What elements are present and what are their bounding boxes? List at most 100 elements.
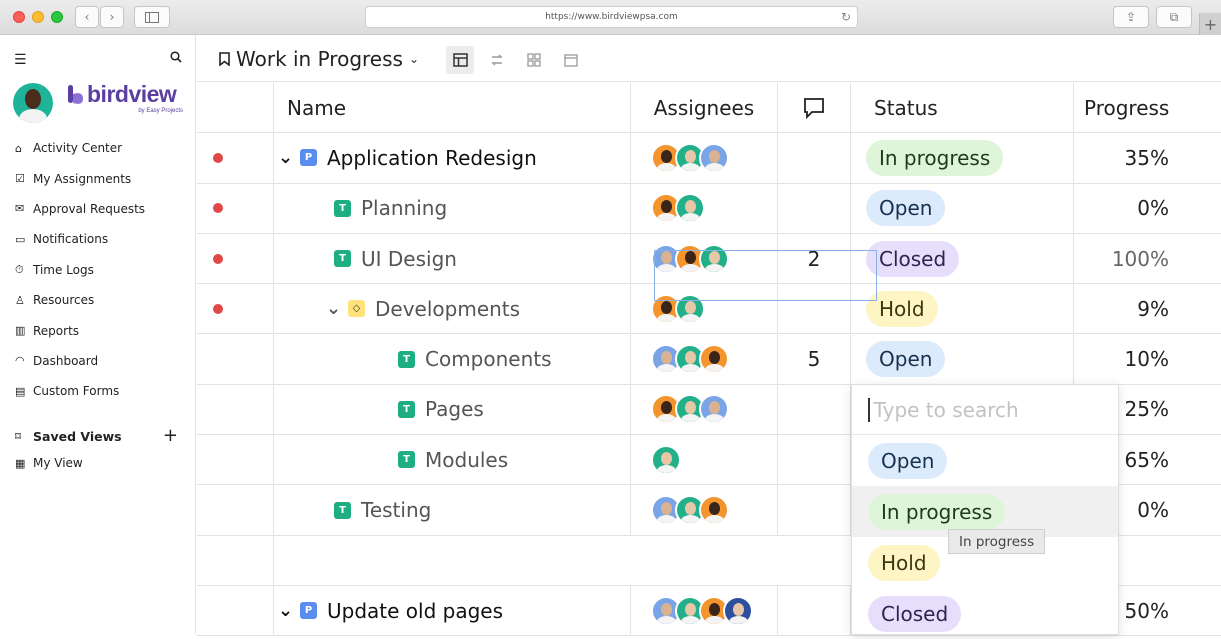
status-cell[interactable]: Open — [851, 334, 1074, 384]
new-tab-button[interactable]: + — [1199, 13, 1221, 35]
name-cell[interactable]: ⌄ ◇ Developments — [274, 284, 631, 334]
sidebar-item-resources[interactable]: ♙ Resources — [0, 285, 196, 315]
column-header-name[interactable]: Name — [274, 83, 631, 133]
assignee-avatar[interactable] — [699, 142, 729, 173]
assignees-cell[interactable] — [631, 133, 778, 183]
chevron-down-icon[interactable]: ⌄ — [278, 600, 300, 621]
assignees-cell[interactable] — [631, 183, 778, 233]
assignees-cell[interactable] — [631, 536, 778, 585]
name-cell[interactable]: T Planning — [274, 183, 631, 233]
sidebar-item-my-view[interactable]: ▦ My View — [0, 452, 196, 474]
saved-views-header[interactable]: ⌑ Saved Views + — [0, 425, 196, 447]
name-cell[interactable]: T Testing — [274, 485, 631, 535]
status-pill[interactable]: In progress — [866, 139, 1004, 176]
sidebar-toggle-button[interactable] — [134, 6, 170, 28]
reload-icon[interactable]: ↻ — [841, 10, 851, 24]
add-view-icon[interactable]: + — [163, 425, 178, 446]
progress-cell[interactable]: 9% — [1074, 284, 1221, 333]
assignee-avatar[interactable] — [651, 444, 681, 475]
name-cell[interactable]: T UI Design — [274, 233, 631, 284]
back-button[interactable]: ‹ — [75, 6, 99, 28]
sidebar-item-custom-forms[interactable]: ▤ Custom Forms — [0, 376, 196, 406]
comments-cell[interactable] — [778, 586, 851, 636]
hamburger-menu-icon[interactable]: ☰ — [14, 52, 27, 68]
assignee-avatar[interactable] — [699, 344, 729, 375]
table-row[interactable]: ⌄ P Application Redesign In progress 35% — [197, 133, 1221, 184]
assignees-cell[interactable] — [631, 435, 778, 485]
name-cell[interactable]: ⌄ P Application Redesign — [274, 133, 631, 183]
search-icon[interactable] — [170, 51, 182, 66]
comments-cell[interactable] — [778, 435, 851, 485]
comments-cell[interactable] — [778, 133, 851, 183]
address-bar[interactable]: https://www.birdviewpsa.com ↻ — [365, 6, 858, 28]
assignee-avatar[interactable] — [699, 394, 729, 425]
calendar-icon — [564, 54, 578, 67]
name-cell[interactable]: T Modules — [274, 435, 631, 485]
assignee-avatar[interactable] — [675, 193, 705, 224]
progress-cell[interactable]: 100% — [1074, 234, 1221, 283]
table-row[interactable]: T Components 5 Open 10% — [197, 334, 1221, 385]
assignees-cell[interactable] — [631, 586, 778, 636]
table-header-row: Name Assignees Status Progress — [197, 83, 1221, 134]
status-search-input[interactable]: Type to search — [852, 385, 1118, 435]
name-cell[interactable]: T Pages — [274, 384, 631, 435]
name-cell[interactable]: T Components — [274, 334, 631, 384]
progress-cell[interactable]: 35% — [1074, 133, 1221, 182]
assignees-cell[interactable] — [631, 485, 778, 535]
gantt-view-button[interactable] — [483, 46, 511, 74]
status-pill[interactable]: Open — [866, 190, 946, 227]
name-cell[interactable] — [274, 536, 631, 585]
tabs-overview-button[interactable]: ⧉ — [1156, 6, 1192, 28]
status-pill[interactable]: Closed — [866, 240, 960, 277]
status-option-open[interactable]: Open — [852, 435, 1118, 486]
status-pill[interactable]: Hold — [868, 544, 940, 581]
chevron-down-icon[interactable]: ⌄ — [326, 298, 348, 319]
user-avatar[interactable] — [13, 83, 53, 123]
calendar-view-button[interactable] — [557, 46, 585, 74]
maximize-window-button[interactable] — [51, 11, 63, 23]
assignees-cell[interactable] — [631, 334, 778, 384]
progress-cell[interactable]: 10% — [1074, 335, 1221, 384]
status-cell[interactable]: Open — [851, 183, 1074, 233]
status-pill[interactable]: Open — [866, 341, 946, 378]
sidebar-item-time-logs[interactable]: ⏱ Time Logs — [0, 255, 196, 285]
comments-cell[interactable] — [778, 485, 851, 535]
view-selector[interactable]: Work in Progress ⌄ — [219, 47, 419, 71]
status-cell[interactable]: Hold — [851, 284, 1074, 334]
name-cell[interactable]: ⌄ P Update old pages — [274, 586, 631, 636]
table-row[interactable]: T Planning Open 0% — [197, 183, 1221, 234]
column-header-assignees[interactable]: Assignees — [631, 83, 778, 133]
status-cell[interactable]: Closed — [851, 233, 1074, 284]
sidebar-item-notifications[interactable]: ▭ Notifications — [0, 224, 196, 254]
comments-cell[interactable] — [778, 384, 851, 435]
minimize-window-button[interactable] — [32, 11, 44, 23]
status-pill[interactable]: Closed — [868, 595, 962, 632]
assignee-avatar[interactable] — [723, 595, 753, 626]
column-header-status[interactable]: Status — [851, 83, 1074, 133]
forward-button[interactable]: › — [100, 6, 124, 28]
column-header-comments[interactable] — [778, 83, 851, 133]
sidebar-item-activity-center[interactable]: ⌂ Activity Center — [0, 133, 196, 163]
close-window-button[interactable] — [13, 11, 25, 23]
assignee-avatar[interactable] — [699, 495, 729, 526]
comments-cell[interactable] — [778, 183, 851, 233]
browser-chrome: ‹ › https://www.birdviewpsa.com ↻ ⇪ ⧉ + — [0, 0, 1221, 35]
bookmark-icon: ⌑ — [15, 429, 21, 443]
share-button[interactable]: ⇪ — [1113, 6, 1149, 28]
assignees-cell[interactable] — [631, 384, 778, 435]
status-cell[interactable]: In progress — [851, 133, 1074, 183]
status-pill[interactable]: Open — [868, 442, 948, 479]
comments-cell[interactable] — [778, 536, 851, 585]
comments-cell[interactable]: 5 — [778, 334, 851, 384]
status-option-closed[interactable]: Closed — [852, 588, 1118, 639]
sidebar-item-reports[interactable]: ▥ Reports — [0, 315, 196, 345]
progress-cell[interactable]: 0% — [1074, 184, 1221, 233]
sidebar-item-approval-requests[interactable]: ✉ Approval Requests — [0, 194, 196, 224]
sidebar-item-my-assignments[interactable]: ☑ My Assignments — [0, 163, 196, 193]
board-view-button[interactable] — [520, 46, 548, 74]
table-view-button[interactable] — [446, 46, 474, 74]
sidebar-item-dashboard[interactable]: ◠ Dashboard — [0, 346, 196, 376]
status-pill[interactable]: In progress — [868, 493, 1006, 530]
column-header-progress[interactable]: Progress — [1074, 83, 1221, 132]
chevron-down-icon[interactable]: ⌄ — [278, 147, 300, 168]
